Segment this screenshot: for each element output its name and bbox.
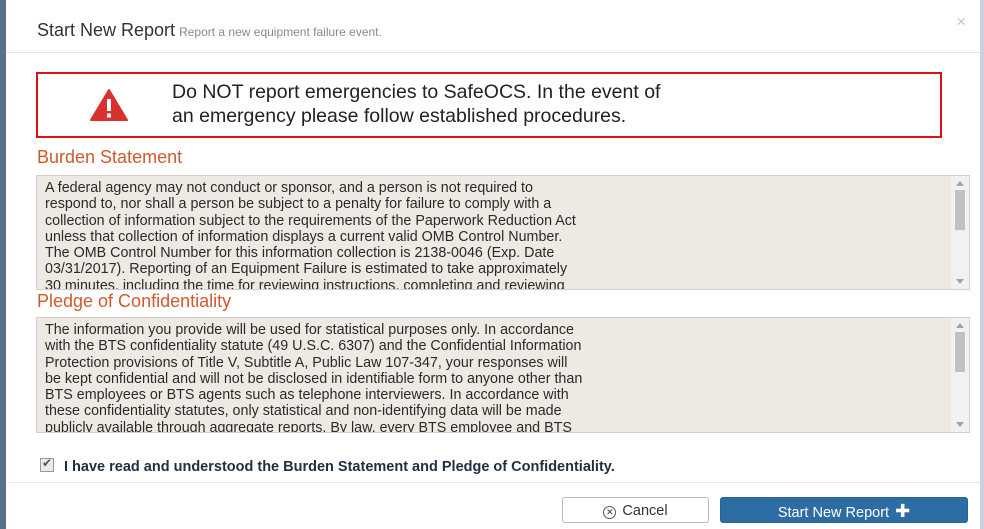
pledge-line: be kept confidential and will not be dis…: [45, 370, 583, 387]
plus-icon: ✚: [895, 501, 911, 521]
cancel-circle-x-icon: ✕: [603, 506, 617, 519]
burden-line: 03/31/2017). Reporting of an Equipment F…: [45, 261, 568, 278]
close-icon[interactable]: ×: [956, 12, 966, 32]
emergency-alert: Do NOT report emergencies to SafeOCS. In…: [36, 72, 942, 138]
alert-text: Do NOT report emergencies to SafeOCS. In…: [172, 80, 932, 128]
pledge-line: The information you provide will be used…: [45, 322, 574, 338]
warning-triangle-icon: [90, 89, 128, 121]
pledge-content: The information you provide will be used…: [45, 322, 943, 433]
pledge-line: BTS employees or BTS agents such as tele…: [45, 387, 569, 404]
pledge-title: Pledge of Confidentiality: [37, 291, 232, 311]
start-label: Start New Report: [777, 505, 890, 521]
pledge-line: publicly available through aggregate rep…: [45, 419, 572, 433]
confirm-label: I have read and understood the Burden St…: [64, 459, 615, 475]
burden-line: collection of information subject to the…: [45, 212, 576, 229]
burden-statement-textarea[interactable]: A federal agency may not conduct or spon…: [36, 175, 970, 290]
burden-line: unless that collection of information di…: [45, 228, 563, 245]
pledge-textarea[interactable]: The information you provide will be used…: [36, 317, 970, 433]
cancel-label: Cancel: [622, 503, 668, 519]
burden-line: 30 minutes, including the time for revie…: [45, 277, 565, 290]
modal-header: Start New Report Report a new equipment f…: [6, 0, 980, 53]
burden-scrollbar[interactable]: [951, 176, 969, 289]
scroll-up-arrow-icon[interactable]: [956, 323, 964, 328]
alert-line-2: an emergency please follow established p…: [172, 105, 627, 127]
burden-line: A federal agency may not conduct or spon…: [45, 180, 533, 196]
pledge-line: with the BTS confidentiality statute (49…: [45, 338, 582, 355]
alert-line-1: Do NOT report emergencies to SafeOCS. In…: [172, 81, 661, 103]
pledge-scrollbar[interactable]: [951, 318, 969, 432]
check-icon: ✔: [42, 456, 53, 470]
modal-title: Start New Report Report a new equipment f…: [37, 20, 382, 41]
modal-subtitle: Report a new equipment failure event.: [179, 25, 382, 39]
scroll-up-arrow-icon[interactable]: [956, 181, 964, 186]
burden-line: respond to, nor shall a person be subjec…: [45, 196, 552, 213]
confirm-checkbox[interactable]: ✔: [40, 456, 54, 472]
burden-statement-title: Burden Statement: [37, 147, 183, 167]
pledge-line: these confidentiality statutes, only sta…: [45, 403, 562, 420]
burden-statement-content: A federal agency may not conduct or spon…: [45, 180, 943, 290]
burden-line: The OMB Control Number for this informat…: [45, 245, 555, 262]
scroll-down-arrow-icon[interactable]: [956, 279, 964, 284]
confirm-row: ✔ I have read and understood the Burden S…: [40, 456, 615, 475]
start-report-modal: Start New Report Report a new equipment f…: [6, 0, 980, 529]
footer-divider: [6, 482, 980, 483]
scroll-thumb[interactable]: [955, 190, 965, 230]
scroll-down-arrow-icon[interactable]: [956, 422, 964, 427]
start-new-report-button[interactable]: Start New Report ✚: [720, 497, 968, 523]
pledge-line: Protection provisions of Title V, Subtit…: [45, 354, 568, 371]
scroll-thumb[interactable]: [955, 332, 965, 372]
cancel-button[interactable]: ✕ Cancel: [562, 497, 709, 523]
window-frame-right: [980, 0, 984, 529]
modal-title-text: Start New Report: [37, 20, 176, 40]
